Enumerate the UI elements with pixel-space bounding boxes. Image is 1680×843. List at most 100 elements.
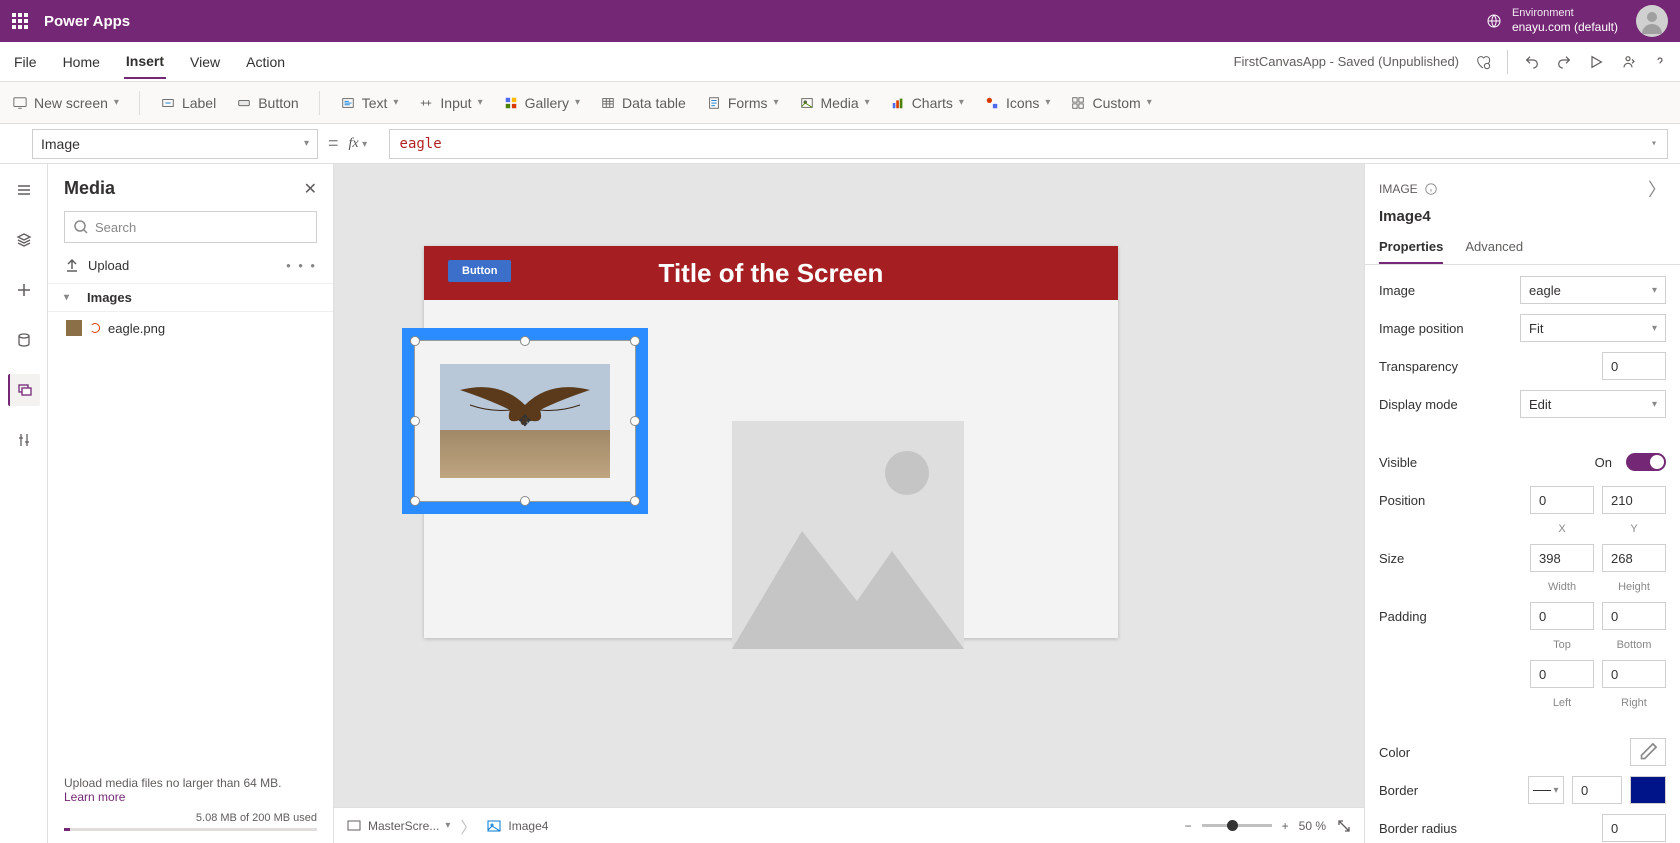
layers-icon	[16, 232, 32, 248]
redo-icon[interactable]	[1556, 54, 1572, 70]
icons-button[interactable]: Icons▾	[984, 95, 1051, 111]
menu-view[interactable]: View	[188, 46, 222, 78]
prop-padbottom-input[interactable]: 0	[1602, 602, 1666, 630]
plus-icon	[16, 282, 32, 298]
prop-x-input[interactable]: 0	[1530, 486, 1594, 514]
rail-data[interactable]	[8, 324, 40, 356]
edit-icon	[1631, 739, 1665, 765]
rail-media[interactable]	[8, 374, 40, 406]
user-avatar[interactable]	[1636, 5, 1668, 37]
tab-advanced[interactable]: Advanced	[1465, 233, 1523, 264]
info-icon[interactable]	[1424, 182, 1438, 196]
prop-transparency-input[interactable]: 0	[1602, 352, 1666, 380]
media-button[interactable]: Media▾	[799, 95, 870, 111]
menu-file[interactable]: File	[12, 46, 39, 78]
media-search-input[interactable]: Search	[64, 211, 317, 243]
formula-bar: Image▾ = fx ▾ eagle ▾	[0, 124, 1680, 164]
left-rail	[0, 164, 48, 843]
button-button[interactable]: Button	[236, 95, 298, 111]
media-close-icon[interactable]: ✕	[304, 179, 317, 199]
media-rail-icon	[17, 382, 33, 398]
app-screen[interactable]: Button Title of the Screen ✥	[424, 246, 1118, 638]
menu-home[interactable]: Home	[61, 46, 102, 78]
learn-more-link[interactable]: Learn more	[64, 790, 125, 804]
prop-size-label: Size	[1379, 551, 1522, 566]
gallery-button[interactable]: Gallery▾	[503, 95, 580, 111]
prop-transparency-label: Transparency	[1379, 359, 1594, 374]
prop-border-style[interactable]: ▾	[1528, 776, 1564, 804]
prop-image-label: Image	[1379, 283, 1512, 298]
prop-width-input[interactable]: 398	[1530, 544, 1594, 572]
app-launcher-icon[interactable]	[12, 13, 28, 29]
breadcrumb-root[interactable]: MasterScre...▾	[346, 818, 450, 834]
prop-padtop-input[interactable]: 0	[1530, 602, 1594, 630]
prop-padright-input[interactable]: 0	[1602, 660, 1666, 688]
menu-insert[interactable]: Insert	[124, 45, 166, 79]
label-button[interactable]: Label	[160, 95, 216, 111]
button-icon	[236, 96, 252, 110]
file-thumbnail	[66, 320, 82, 336]
environment-selector[interactable]: Environment enayu.com (default)	[1486, 7, 1618, 35]
canvas-statusbar: MasterScre...▾ 〉 Image4 − + 50 %	[334, 807, 1364, 843]
share-icon[interactable]	[1620, 54, 1636, 70]
prop-visible-toggle[interactable]	[1626, 453, 1666, 471]
charts-button[interactable]: Charts▾	[890, 95, 964, 111]
rail-add[interactable]	[8, 274, 40, 306]
forms-button[interactable]: Forms▾	[706, 95, 779, 111]
placeholder-image[interactable]	[732, 421, 964, 649]
undo-icon[interactable]	[1524, 54, 1540, 70]
zoom-in-icon[interactable]: +	[1282, 819, 1289, 833]
control-name[interactable]: Image4	[1365, 208, 1680, 233]
prop-border-color[interactable]	[1630, 776, 1666, 804]
images-section[interactable]: ▾ Images	[48, 283, 333, 312]
menu-action[interactable]: Action	[244, 46, 287, 78]
screen-title: Title of the Screen	[659, 258, 884, 289]
zoom-percent: 50 %	[1299, 819, 1326, 833]
canvas-area[interactable]: Button Title of the Screen ✥	[334, 164, 1364, 843]
sync-icon	[90, 323, 100, 333]
prop-displaymode-select[interactable]: Edit▾	[1520, 390, 1666, 418]
prop-image-select[interactable]: eagle▾	[1520, 276, 1666, 304]
zoom-out-icon[interactable]: −	[1185, 819, 1192, 833]
rail-tools[interactable]	[8, 424, 40, 456]
media-icon	[799, 96, 815, 110]
prop-height-input[interactable]: 268	[1602, 544, 1666, 572]
rail-hamburger[interactable]	[8, 174, 40, 206]
prop-color-swatch[interactable]	[1630, 738, 1666, 766]
new-screen-button[interactable]: New screen▾	[12, 95, 119, 111]
zoom-slider[interactable]	[1202, 824, 1272, 827]
fit-screen-icon[interactable]	[1336, 818, 1352, 834]
text-icon	[340, 96, 356, 110]
health-icon[interactable]	[1475, 54, 1491, 70]
canvas-button[interactable]: Button	[448, 260, 511, 282]
text-button[interactable]: Text▾	[340, 95, 399, 111]
env-value: enayu.com (default)	[1512, 20, 1618, 34]
expand-icon[interactable]: 〉	[1648, 176, 1666, 202]
datatable-button[interactable]: Data table	[600, 95, 686, 111]
separator	[1507, 50, 1508, 74]
selected-image-control[interactable]: ✥	[402, 328, 648, 514]
rail-tree[interactable]	[8, 224, 40, 256]
property-selector[interactable]: Image▾	[32, 129, 318, 159]
help-icon[interactable]	[1652, 54, 1668, 70]
breadcrumb-image[interactable]: Image4	[486, 818, 548, 834]
prop-y-input[interactable]: 210	[1602, 486, 1666, 514]
prop-border-input[interactable]: 0	[1572, 776, 1622, 804]
equals-icon: =	[328, 133, 339, 154]
media-file-eagle[interactable]: eagle.png	[48, 312, 333, 344]
input-button[interactable]: Input▾	[418, 95, 482, 111]
fx-icon[interactable]: fx ▾	[349, 136, 379, 152]
input-icon	[418, 96, 434, 110]
tab-properties[interactable]: Properties	[1379, 233, 1443, 264]
play-icon[interactable]	[1588, 54, 1604, 70]
more-icon[interactable]: • • •	[286, 258, 317, 273]
prop-padleft-input[interactable]: 0	[1530, 660, 1594, 688]
upload-button[interactable]: Upload • • •	[48, 247, 333, 283]
formula-input[interactable]: eagle ▾	[389, 129, 1668, 159]
custom-button[interactable]: Custom▾	[1070, 95, 1151, 111]
prop-imagepos-select[interactable]: Fit▾	[1520, 314, 1666, 342]
prop-borderradius-input[interactable]: 0	[1602, 814, 1666, 842]
prop-padding-label: Padding	[1379, 609, 1522, 624]
prop-position-label: Position	[1379, 493, 1522, 508]
screen-small-icon	[346, 818, 362, 834]
